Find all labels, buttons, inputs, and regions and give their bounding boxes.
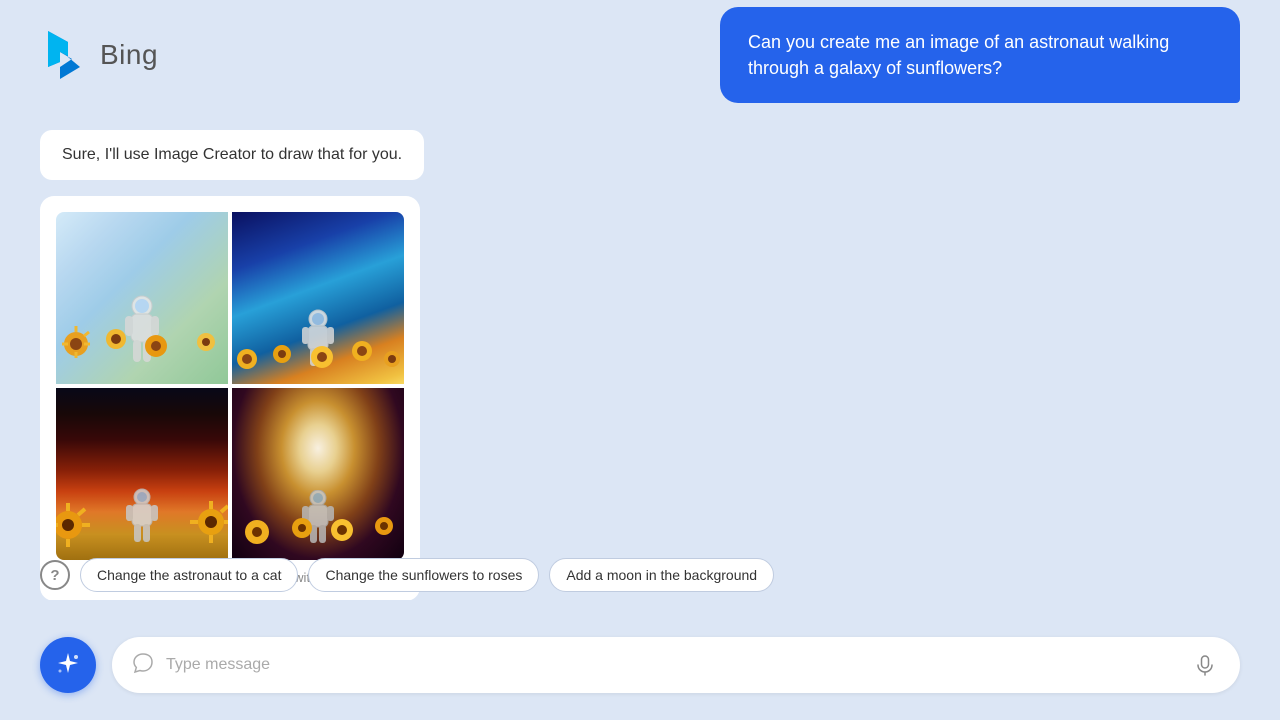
user-message-bubble: Can you create me an image of an astrona… bbox=[720, 7, 1240, 103]
generated-image-1[interactable] bbox=[56, 212, 228, 384]
logo-area: Bing bbox=[40, 27, 158, 83]
sunflower-svg-1 bbox=[56, 324, 228, 384]
header: Bing Can you create me an image of an as… bbox=[0, 0, 1280, 110]
logo-text: Bing bbox=[100, 39, 158, 71]
message-input[interactable] bbox=[166, 656, 1178, 674]
input-bar bbox=[0, 610, 1280, 720]
bing-logo-icon bbox=[40, 27, 88, 83]
generated-image-4[interactable] bbox=[232, 388, 404, 560]
mic-icon bbox=[1194, 654, 1216, 676]
sparkle-icon bbox=[54, 651, 82, 679]
image-card: Made with Image Creator bbox=[40, 196, 420, 600]
sunflower-svg-3 bbox=[56, 500, 228, 560]
help-button[interactable]: ? bbox=[40, 560, 70, 590]
assistant-reply: Sure, I'll use Image Creator to draw tha… bbox=[40, 130, 424, 180]
chat-icon bbox=[132, 652, 154, 679]
suggestion-chip-3[interactable]: Add a moon in the background bbox=[549, 558, 774, 592]
suggestion-chip-1[interactable]: Change the astronaut to a cat bbox=[80, 558, 298, 592]
image-grid bbox=[56, 212, 404, 560]
mic-button[interactable] bbox=[1190, 650, 1220, 680]
suggestions-row: ? Change the astronaut to a cat Change t… bbox=[0, 558, 1280, 592]
generated-image-3[interactable] bbox=[56, 388, 228, 560]
magic-button[interactable] bbox=[40, 637, 96, 693]
message-input-wrapper bbox=[112, 637, 1240, 693]
generated-image-2[interactable] bbox=[232, 212, 404, 384]
sunflower-svg-4 bbox=[232, 510, 404, 560]
suggestion-chip-2[interactable]: Change the sunflowers to roses bbox=[308, 558, 539, 592]
chat-area: Sure, I'll use Image Creator to draw tha… bbox=[0, 110, 1280, 600]
sunflower-svg-2 bbox=[232, 339, 404, 384]
